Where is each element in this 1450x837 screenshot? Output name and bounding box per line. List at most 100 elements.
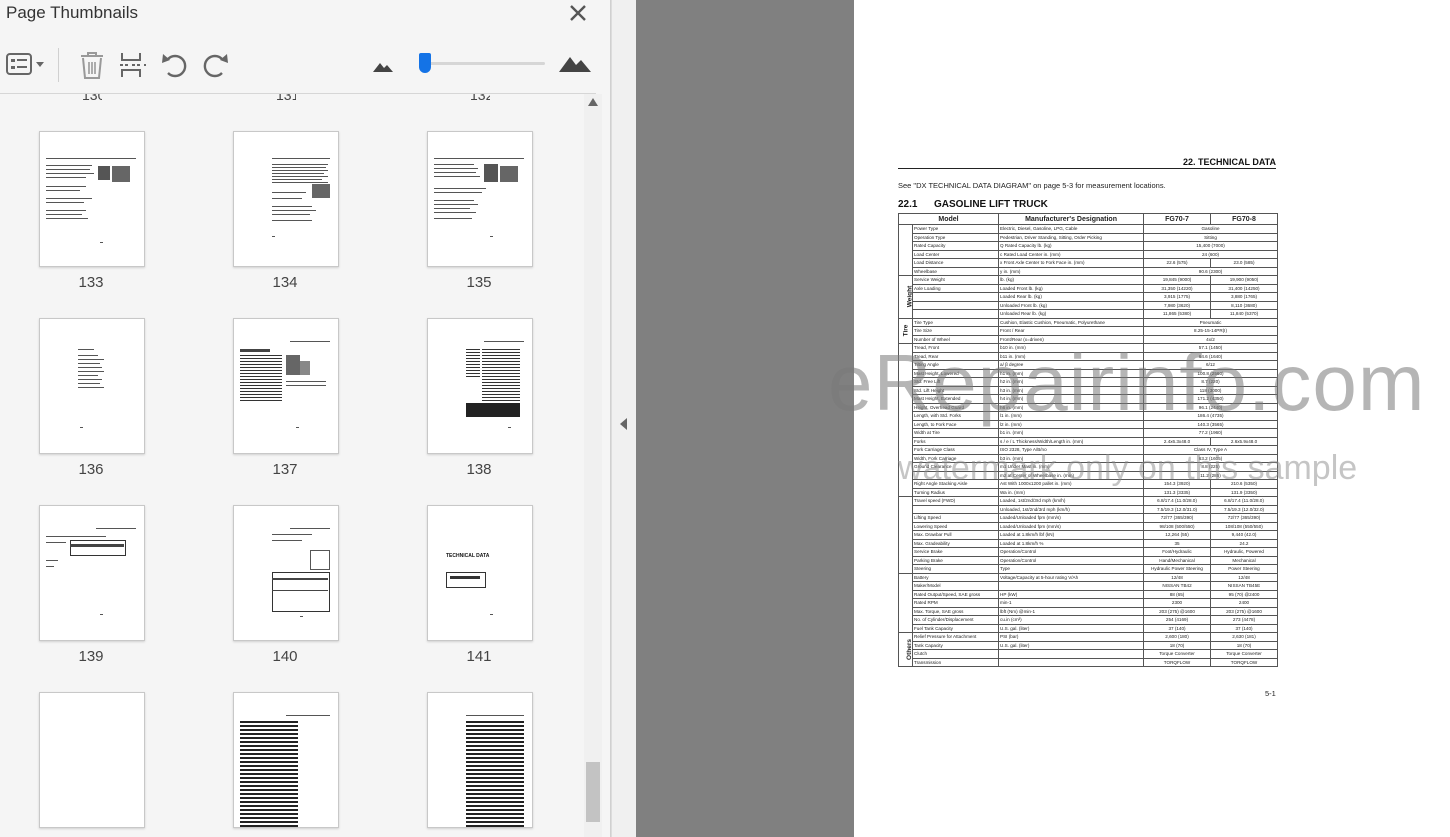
spec-item: Tank Capacity xyxy=(911,640,1000,650)
spec-row: Tilting Angle a/ β degree 6/12 xyxy=(899,360,1279,370)
spec-designation: h2 in. (mm) xyxy=(998,377,1145,387)
page-thumbnail-138[interactable] xyxy=(427,318,533,454)
thumbnail-scrollbar[interactable] xyxy=(584,94,602,837)
spec-row: Height, Overhead Guard h6 in. (mm) 96.1 (2… xyxy=(899,402,1279,412)
spec-item: Lowering Speed xyxy=(911,521,1000,531)
spec-value: 108/108 (550/550) xyxy=(1210,521,1279,531)
spec-group-label: Characteristics xyxy=(898,224,913,276)
page-number: 5-1 xyxy=(1265,689,1276,698)
page-thumbnail-144[interactable] xyxy=(427,692,533,828)
spec-value: 12,264 (55) xyxy=(1143,530,1212,540)
spec-row: Width, Fork Carriage b3 in. (mm) 63.2 (160… xyxy=(899,453,1279,463)
spec-row: Tire Size Front / Rear 8.25-15-14PR(I) xyxy=(899,326,1279,336)
spec-value: 186.4 (4735) xyxy=(1143,411,1279,421)
close-panel-button[interactable] xyxy=(565,0,591,26)
rotate-clockwise-icon xyxy=(203,54,228,78)
spec-group-label: Others xyxy=(898,632,913,667)
spec-value: 2,600 (180) xyxy=(1143,632,1212,642)
spec-value: Class IV, Type A xyxy=(1143,445,1279,455)
spec-designation: y in. (mm) xyxy=(998,266,1145,276)
spec-row: Width at Tire b1 in. (mm) 77.2 (1960) xyxy=(899,428,1279,438)
spec-item: Load Distance xyxy=(911,258,1000,268)
spec-item: Mast Height, Extended xyxy=(911,394,1000,404)
spec-value: 2.4x6.3x48.0 xyxy=(1143,436,1212,446)
spec-value: 154.3 (3920) xyxy=(1143,479,1212,489)
spec-designation: h6 in. (mm) xyxy=(998,402,1145,412)
page-thumbnail-141[interactable]: TECHNICAL DATA xyxy=(427,505,533,641)
page-thumbnail-133[interactable] xyxy=(39,131,145,267)
zoom-in-thumbnails-button[interactable] xyxy=(558,52,592,79)
spec-value: 4x/2 xyxy=(1143,334,1279,344)
spec-designation: Type xyxy=(998,564,1145,574)
trash-icon xyxy=(81,52,103,79)
spec-value: 8.8 (225) xyxy=(1143,462,1279,472)
options-menu-button[interactable] xyxy=(6,52,46,83)
panel-splitter[interactable] xyxy=(611,0,636,837)
spec-designation: Wa in. (mm) xyxy=(998,487,1145,497)
partial-page-label: 131 xyxy=(276,94,296,103)
spec-designation xyxy=(998,657,1145,667)
page-thumbnail-143[interactable] xyxy=(233,692,339,828)
close-icon xyxy=(570,5,586,21)
column-header: Model xyxy=(897,213,1000,225)
spec-row: Right Angle Stacking Aisle Ast With 1000x… xyxy=(899,479,1279,489)
spec-designation: min-1 xyxy=(998,598,1145,608)
spec-row: Max. Drawbar Pull Loaded at 1.8km/h lbf (… xyxy=(899,530,1279,540)
spec-value: 7,980 (3620) xyxy=(1143,300,1212,310)
spec-designation: b3 in. (mm) xyxy=(998,453,1145,463)
spec-group-label: Tire xyxy=(898,317,913,344)
scroll-up-button[interactable] xyxy=(584,98,602,112)
spec-item: Right Angle Stacking Aisle xyxy=(911,479,1000,489)
spec-value: 57.1 (1450) xyxy=(1143,343,1279,353)
collapse-panel-arrow-icon[interactable] xyxy=(620,418,627,430)
thumbnail-title: TECHNICAL DATA xyxy=(446,553,490,559)
spec-value: 22.6 (575) xyxy=(1143,258,1212,268)
spec-value: 77.2 (1960) xyxy=(1143,428,1279,438)
spec-row: No. of Cylinder/Displacement cu.in (cm³) 2… xyxy=(899,615,1279,625)
spec-row: PerformanceTravel speed (FWD)Loaded, 1st… xyxy=(898,496,1279,574)
spec-value: 2.6x5.9x48.0 xyxy=(1210,436,1279,446)
spec-row: Lowering Speed Loaded/Unloaded fpm (mm/s)… xyxy=(899,521,1279,531)
page-thumbnail-137[interactable] xyxy=(233,318,339,454)
spec-value: 12/48 xyxy=(1210,572,1279,582)
spec-value: 24.2 xyxy=(1210,538,1279,548)
spec-row: Operation Type Pedestrian, Driver Standin… xyxy=(899,232,1279,242)
page-thumbnail-label: 140 xyxy=(272,648,298,665)
spec-designation: Q Rated Capacity lb. (kg) xyxy=(998,241,1145,251)
page-thumbnail-135[interactable] xyxy=(427,131,533,267)
page-thumbnail-139[interactable] xyxy=(39,505,145,641)
spec-designation: m2 at Center of Wheelbase in. (mm) xyxy=(998,470,1145,480)
insert-pages-button[interactable] xyxy=(118,50,148,85)
page-thumbnail-134[interactable] xyxy=(233,131,339,267)
page-thumbnail-label: 136 xyxy=(78,461,104,478)
spec-item: Std. Lift Height xyxy=(911,385,1000,395)
page-thumbnail-136[interactable] xyxy=(39,318,145,454)
spec-value: 8.25-15-14PR(I) xyxy=(1143,326,1279,336)
page-note: See "DX TECHNICAL DATA DIAGRAM" on page … xyxy=(898,181,1166,190)
page-thumbnail-142[interactable] xyxy=(39,692,145,828)
column-header: FG70-8 xyxy=(1210,213,1279,225)
scrollbar-thumb[interactable] xyxy=(586,762,600,822)
spec-row: Number of Wheel Front/Rear (x=driven) 4x/2 xyxy=(899,334,1279,344)
spec-value: 31,400 (14250) xyxy=(1210,283,1279,293)
spec-row: Load Center c Rated Load Center in. (mm) 2… xyxy=(899,249,1279,259)
spec-value: Mechanical xyxy=(1210,555,1279,565)
spec-value: 15,400 (7000) xyxy=(1143,241,1279,251)
thumbnail-size-slider-handle[interactable] xyxy=(419,53,431,73)
thumbnail-size-slider[interactable] xyxy=(425,62,545,65)
page-thumbnail-140[interactable] xyxy=(233,505,339,641)
rotate-clockwise-button[interactable] xyxy=(200,50,230,85)
spec-designation: Loaded at 1.8km/h lbf (kN) xyxy=(998,530,1145,540)
delete-pages-button[interactable] xyxy=(78,50,106,85)
spec-value: 18 (70) xyxy=(1210,640,1279,650)
spec-value: 210.6 (5350) xyxy=(1210,479,1279,489)
rotate-counterclockwise-button[interactable] xyxy=(160,50,190,85)
spec-designation: ISO 2328, Type A/B/no xyxy=(998,445,1145,455)
spec-item xyxy=(911,309,1000,319)
spec-value: Torque Converter xyxy=(1143,649,1212,659)
spec-row: Ground Clearance m1 Under Mast in. (mm) 8.… xyxy=(899,462,1279,472)
thumbnail-grid: 130 131 132 133 134 135 136 137 138 139 … xyxy=(0,94,584,837)
zoom-out-thumbnails-button[interactable] xyxy=(372,58,394,79)
spec-value: 90.6 (2300) xyxy=(1143,266,1279,276)
toolbar-divider xyxy=(58,48,59,82)
